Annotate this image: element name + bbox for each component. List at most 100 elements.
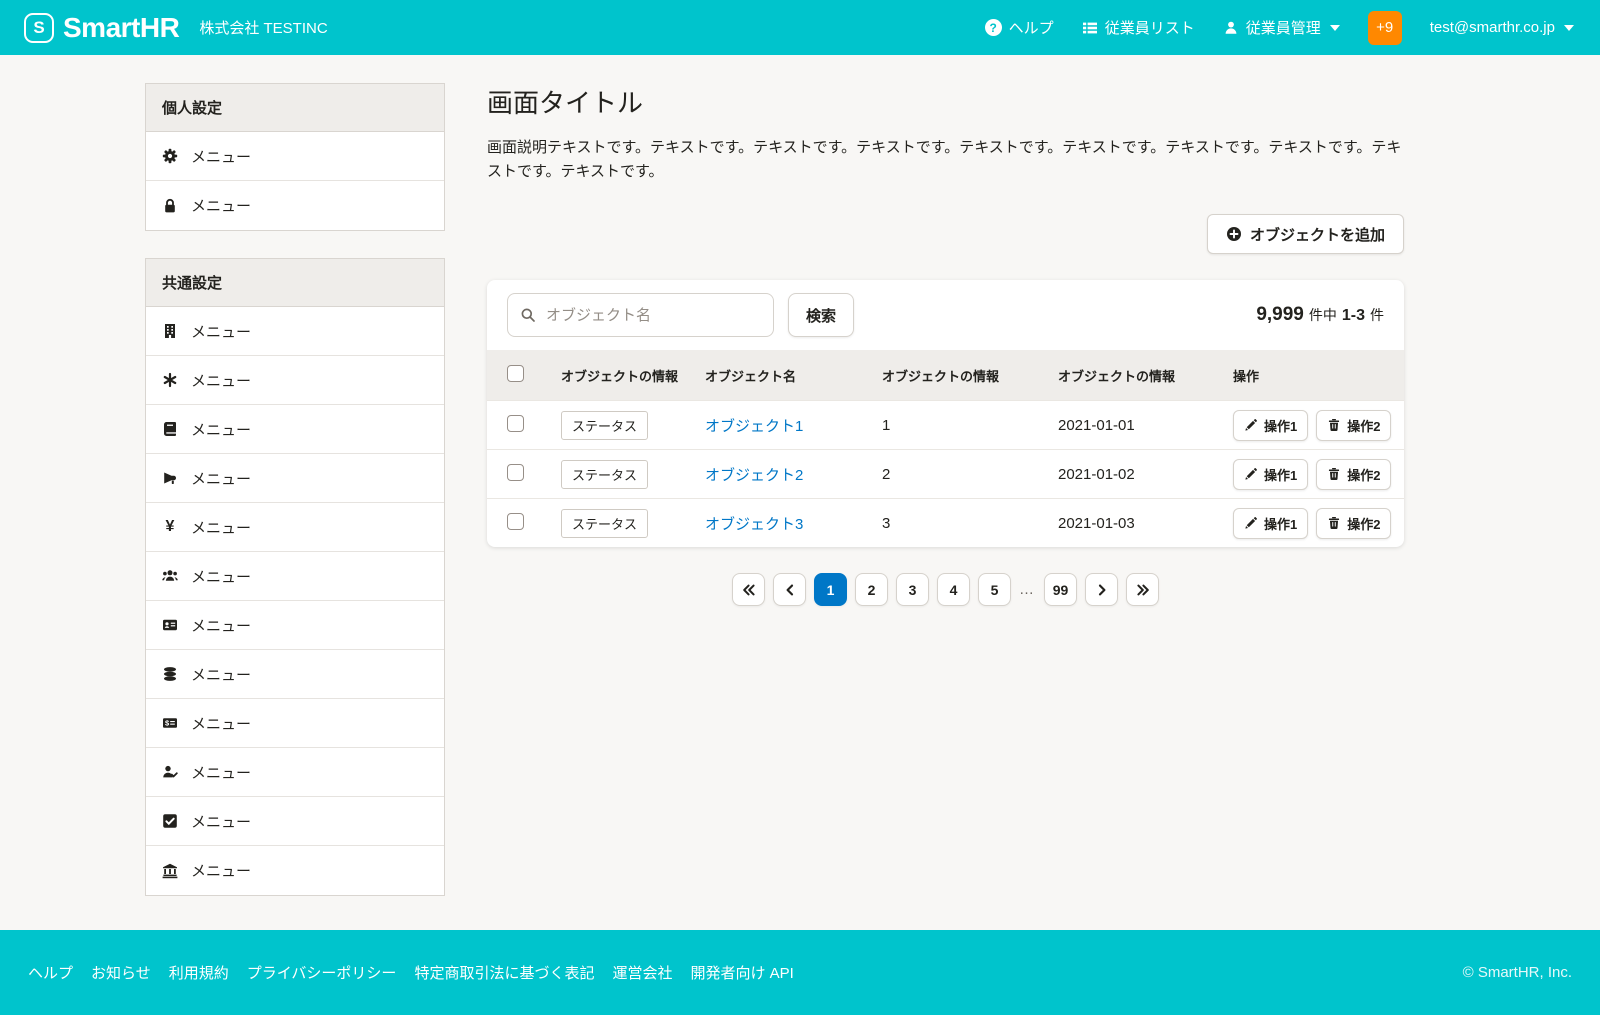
sidebar-item-label: メニュー [191,468,251,489]
page-body: 個人設定 メニュー メニュー 共通設定 メニュー [0,55,1600,923]
object-link[interactable]: オブジェクト3 [705,513,882,534]
page-button-2[interactable]: 2 [855,573,888,606]
nav-help-label: ヘルプ [1009,17,1054,38]
first-page-button[interactable] [732,573,765,606]
trash-icon [1327,467,1341,481]
page-button-1[interactable]: 1 [814,573,847,606]
asterisk-icon [162,372,178,388]
chevrons-right-icon [1135,582,1151,598]
notification-badge[interactable]: +9 [1368,11,1402,45]
result-count-unit: 件 [1370,305,1384,325]
user-icon [1223,20,1239,36]
sidebar-item-payroll[interactable]: ¥ メニュー [146,503,444,552]
help-icon: ? [985,19,1002,36]
account-menu[interactable]: test@smarthr.co.jp [1430,19,1574,36]
delete-action-label: 操作2 [1347,465,1380,484]
sidebar-item-usercheck[interactable]: メニュー [146,748,444,797]
sidebar-item-label: メニュー [191,860,251,881]
table-row: ステータス オブジェクト2 2 2021-01-02 操作1 操作2 [487,449,1404,498]
delete-action-button[interactable]: 操作2 [1316,410,1391,441]
page-button-4[interactable]: 4 [937,573,970,606]
column-header: オブジェクトの情報 [882,366,1058,385]
row-checkbox[interactable] [507,513,524,530]
delete-action-label: 操作2 [1347,416,1380,435]
company-name: 株式会社 TESTINC [199,17,327,38]
row-checkbox[interactable] [507,464,524,481]
sidebar-item-landmark[interactable]: メニュー [146,846,444,895]
object-info: 3 [882,515,1058,532]
delete-action-button[interactable]: 操作2 [1316,508,1391,539]
row-checkbox[interactable] [507,415,524,432]
gear-icon [162,148,178,164]
footer-link-help[interactable]: ヘルプ [28,962,73,983]
footer-link-terms[interactable]: 利用規約 [169,962,229,983]
delete-action-button[interactable]: 操作2 [1316,459,1391,490]
building-icon [162,323,178,339]
object-info: 2 [882,466,1058,483]
footer-link-news[interactable]: お知らせ [91,962,151,983]
table-row: ステータス オブジェクト1 1 2021-01-01 操作1 操作2 [487,400,1404,449]
footer-link-commerce-law[interactable]: 特定商取引法に基づく表記 [414,962,594,983]
nav-employee-list[interactable]: 従業員リスト [1082,17,1195,38]
column-header: オブジェクト名 [705,366,882,385]
database-icon [162,666,178,682]
sidebar-item-custom[interactable]: メニュー [146,356,444,405]
sidebar-item-idcard[interactable]: メニュー [146,601,444,650]
prev-page-button[interactable] [773,573,806,606]
sidebar-item-label: メニュー [191,517,251,538]
object-link[interactable]: オブジェクト1 [705,415,882,436]
column-header: 操作 [1233,366,1404,385]
sidebar-item-announce[interactable]: メニュー [146,454,444,503]
page-button-last[interactable]: 99 [1044,573,1077,606]
yen-icon: ¥ [162,519,178,535]
sidebar: 個人設定 メニュー メニュー 共通設定 メニュー [145,83,445,923]
app-header: S SmartHR 株式会社 TESTINC ? ヘルプ 従業員リスト 従業員管… [0,0,1600,55]
search-button[interactable]: 検索 [788,293,854,337]
next-page-button[interactable] [1085,573,1118,606]
smarthr-logo[interactable]: S SmartHR [24,12,179,44]
last-page-button[interactable] [1126,573,1159,606]
footer-link-developer-api[interactable]: 開発者向け API [690,962,793,983]
object-info: 1 [882,417,1058,434]
object-search-input[interactable] [507,293,774,337]
edit-action-button[interactable]: 操作1 [1233,508,1308,539]
page-description: 画面説明テキストです。テキストです。テキストです。テキストです。テキストです。テ… [487,136,1404,184]
object-table-card: 検索 9,999 件中 1-3 件 オブジェクトの情報 オブジェクト名 オブジェ… [487,280,1404,547]
page-button-3[interactable]: 3 [896,573,929,606]
footer-link-privacy[interactable]: プライバシーポリシー [247,962,397,983]
smarthr-logo-icon: S [24,13,54,43]
sidebar-item-security[interactable]: メニュー [146,181,444,230]
delete-action-label: 操作2 [1347,514,1380,533]
object-link[interactable]: オブジェクト2 [705,464,882,485]
add-object-button[interactable]: オブジェクトを追加 [1207,214,1404,254]
sidebar-section-common: 共通設定 メニュー メニュー メニュー [145,258,445,896]
nav-employee-list-label: 従業員リスト [1105,17,1195,38]
check-square-icon [162,813,178,829]
sidebar-item-settings[interactable]: メニュー [146,132,444,181]
edit-action-button[interactable]: 操作1 [1233,410,1308,441]
sidebar-item-checksquare[interactable]: メニュー [146,797,444,846]
edit-action-label: 操作1 [1264,416,1297,435]
sidebar-item-members[interactable]: メニュー [146,552,444,601]
nav-help[interactable]: ? ヘルプ [985,17,1054,38]
trash-icon [1327,516,1341,530]
sidebar-item-label: メニュー [191,321,251,342]
sidebar-item-company[interactable]: メニュー [146,307,444,356]
status-badge: ステータス [561,460,648,489]
sidebar-item-label: メニュー [191,713,251,734]
user-check-icon [162,764,178,780]
sidebar-item-book[interactable]: メニュー [146,405,444,454]
sidebar-item-moneycheck[interactable]: $ メニュー [146,699,444,748]
chevron-left-icon [782,582,798,598]
caret-down-icon [1564,25,1574,31]
sidebar-item-database[interactable]: メニュー [146,650,444,699]
table-row: ステータス オブジェクト3 3 2021-01-03 操作1 操作2 [487,498,1404,547]
footer-link-company[interactable]: 運営会社 [612,962,672,983]
select-all-checkbox[interactable] [507,365,524,382]
pagination-ellipsis: … [1019,581,1036,598]
sidebar-item-label: メニュー [191,195,251,216]
edit-action-button[interactable]: 操作1 [1233,459,1308,490]
page-button-5[interactable]: 5 [978,573,1011,606]
sidebar-item-label: メニュー [191,146,251,167]
nav-employee-admin[interactable]: 従業員管理 [1223,17,1340,38]
